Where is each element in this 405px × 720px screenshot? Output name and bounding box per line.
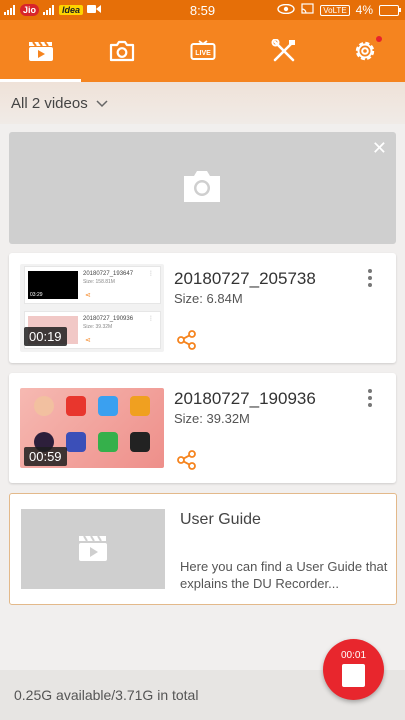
close-icon[interactable]: ✕ <box>372 139 387 157</box>
duration-badge: 00:59 <box>24 447 67 466</box>
app-icon <box>98 432 118 452</box>
stop-icon <box>342 664 365 687</box>
recording-time: 00:01 <box>340 650 367 661</box>
battery-percent: 4% <box>355 3 373 17</box>
guide-description: Here you can find a User Guide that expl… <box>180 559 388 591</box>
chevron-down-icon <box>96 95 108 112</box>
video-size: Size: 6.84M <box>174 291 243 306</box>
tab-settings[interactable] <box>324 20 405 82</box>
cast-icon <box>301 3 314 17</box>
volte-badge: VoLTE <box>320 4 350 16</box>
video-thumbnail[interactable]: 03:29 20180727_193647 Size: 158.81M ⋮ ⋖ … <box>20 264 164 352</box>
video-name: 20180727_190936 <box>174 389 316 408</box>
camera-icon <box>182 168 222 209</box>
more-options-icon[interactable] <box>367 389 373 410</box>
video-filter-dropdown[interactable]: All 2 videos <box>11 95 108 112</box>
stop-recording-button[interactable]: 00:01 <box>323 639 384 700</box>
share-icon[interactable] <box>177 330 197 355</box>
video-card[interactable]: 00:59 20180727_190936 Size: 39.32M <box>9 373 396 483</box>
mini-size: Size: 39.32M <box>83 324 113 330</box>
filter-bar: All 2 videos <box>0 82 405 124</box>
share-icon: ⋖ <box>85 337 91 344</box>
tab-videos[interactable] <box>0 20 81 82</box>
filter-label: All 2 videos <box>11 95 88 112</box>
tab-screenshots[interactable] <box>81 20 162 82</box>
status-bar: Jio Idea 8:59 VoLTE 4% <box>0 0 405 20</box>
mini-size: Size: 158.81M <box>83 279 115 285</box>
more-options-icon[interactable] <box>367 269 373 290</box>
app-icon <box>34 396 54 416</box>
app-icon <box>66 432 86 452</box>
app-icon <box>98 396 118 416</box>
app-icon <box>130 432 150 452</box>
live-icon: LIVE <box>190 40 216 62</box>
top-toolbar: LIVE <box>0 20 405 82</box>
tools-icon <box>271 39 297 63</box>
live-text: LIVE <box>195 50 211 57</box>
eye-icon <box>277 3 295 17</box>
user-guide-card[interactable]: User Guide Here you can find a User Guid… <box>9 493 397 605</box>
app-icon <box>66 396 86 416</box>
clapper-icon <box>78 534 108 567</box>
app-icon <box>130 396 150 416</box>
mini-title: 20180727_193647 <box>83 271 134 277</box>
storage-text: 0.25G available/3.71G in total <box>14 687 199 703</box>
guide-thumbnail <box>21 509 165 589</box>
banner-placeholder[interactable]: ✕ <box>9 132 396 244</box>
tab-live[interactable]: LIVE <box>162 20 243 82</box>
video-name: 20180727_205738 <box>174 269 316 288</box>
video-card[interactable]: 03:29 20180727_193647 Size: 158.81M ⋮ ⋖ … <box>9 253 396 363</box>
clapper-icon <box>28 40 54 62</box>
video-thumbnail[interactable]: 00:59 <box>20 388 164 468</box>
video-size: Size: 39.32M <box>174 411 250 426</box>
mini-title: 20180727_190936 <box>83 316 134 322</box>
gear-icon <box>352 38 378 64</box>
battery-icon <box>379 4 401 16</box>
duration-badge: 00:19 <box>24 327 67 346</box>
camera-icon <box>109 40 135 62</box>
share-icon[interactable] <box>177 450 197 475</box>
share-icon: ⋖ <box>85 292 91 299</box>
kebab-icon: ⋮ <box>148 316 154 322</box>
tab-tools[interactable] <box>243 20 324 82</box>
guide-title: User Guide <box>180 511 261 528</box>
thumbnail-image: 03:29 <box>28 271 78 299</box>
mini-duration: 03:29 <box>30 292 43 298</box>
thumbnail-list-item: 03:29 20180727_193647 Size: 158.81M ⋮ ⋖ <box>24 266 161 304</box>
kebab-icon: ⋮ <box>148 271 154 277</box>
notification-dot <box>376 36 382 42</box>
